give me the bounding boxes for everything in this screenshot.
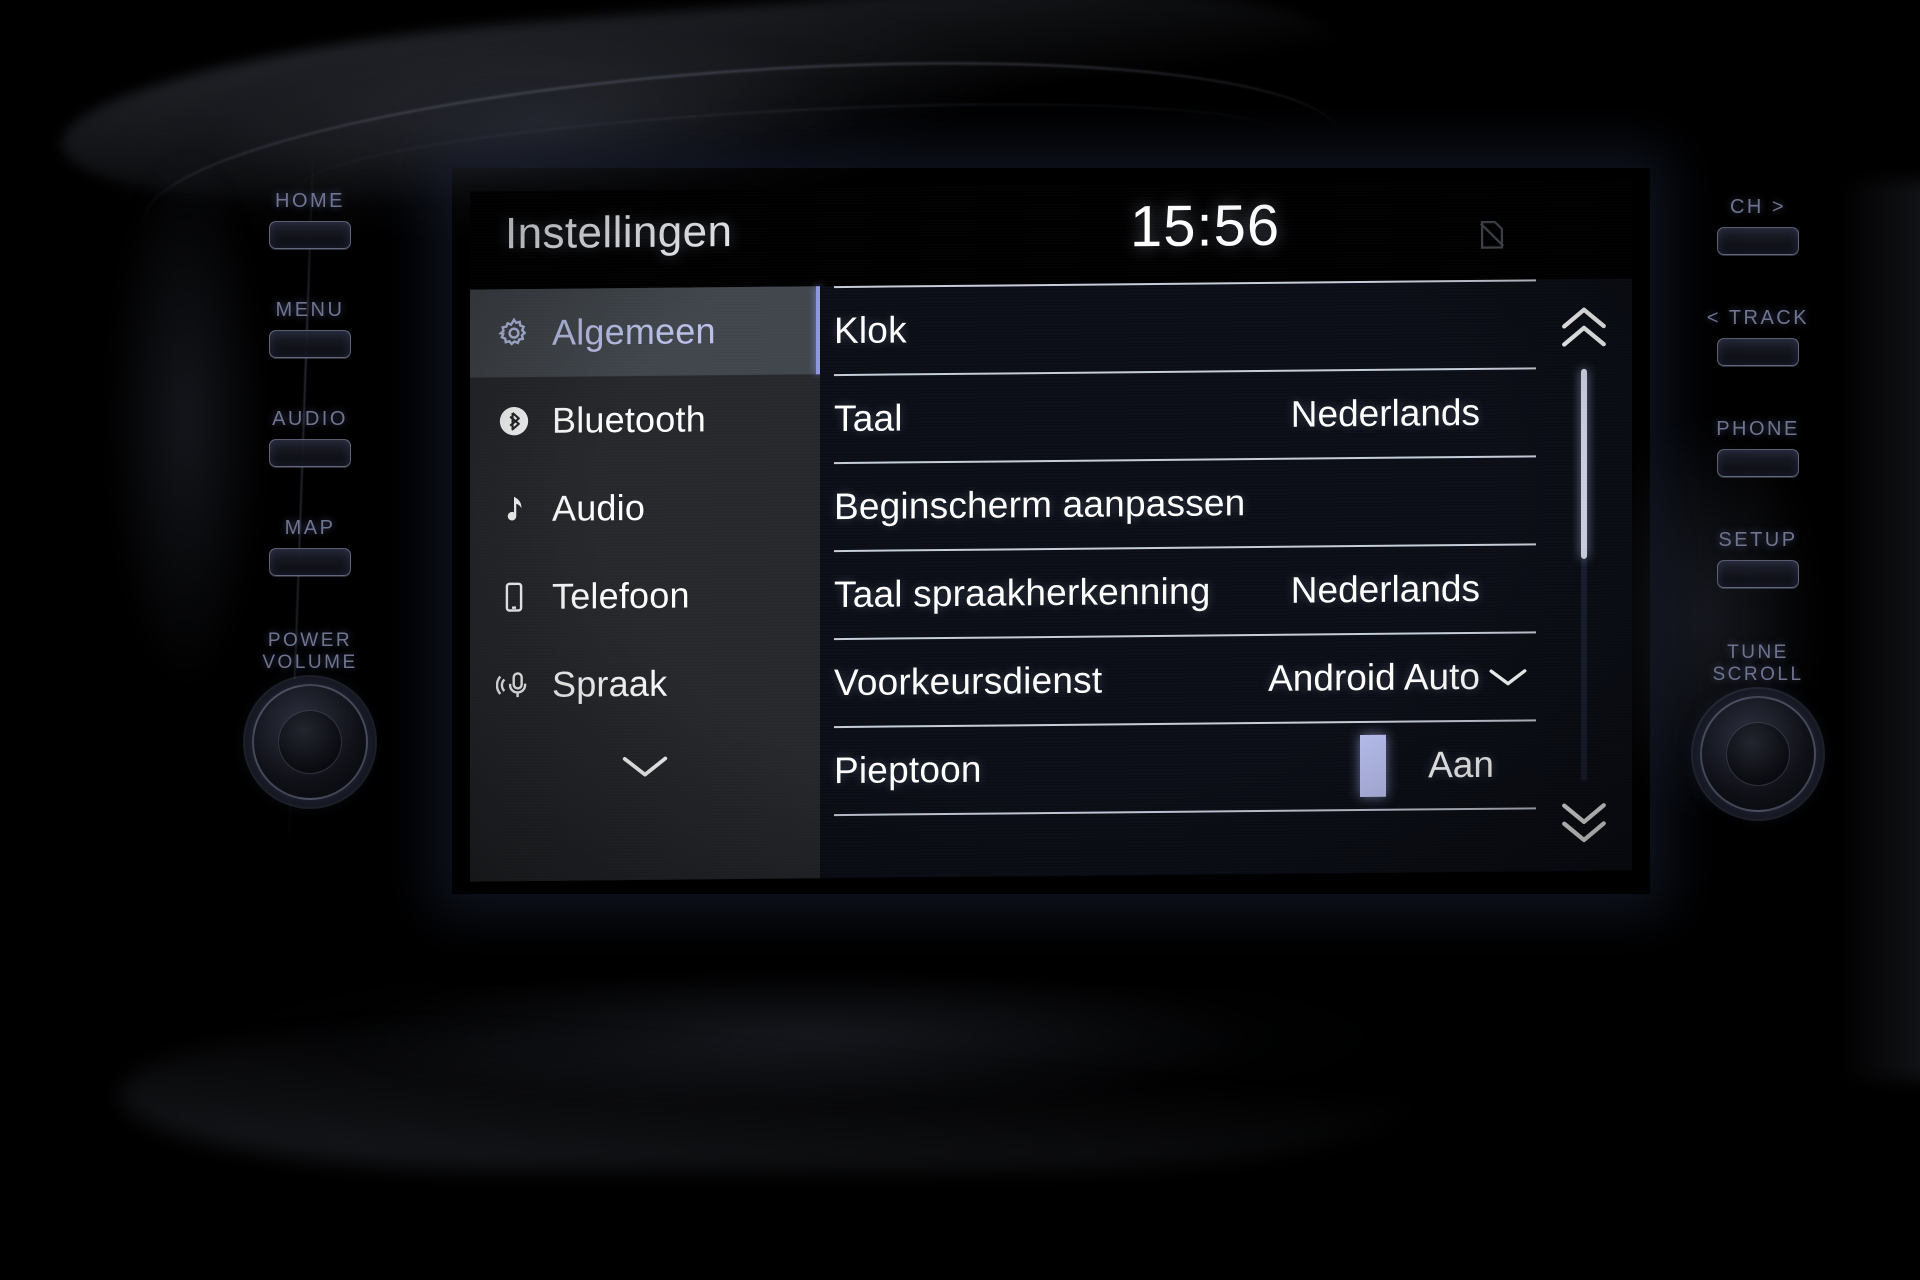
pieptoon-toggle[interactable]: Aan (1360, 733, 1536, 798)
clock: 15:56 (1130, 192, 1281, 260)
volume-label: VOLUME (262, 651, 358, 673)
hardkey-menu-label: MENU (275, 299, 345, 321)
power-label: POWER (267, 630, 353, 651)
settings-sidebar: Algemeen Bluetooth Audio Telefoon Spraak (470, 286, 820, 882)
sidebar-item-spraak-label: Spraak (552, 662, 668, 705)
music-note-icon (494, 492, 534, 526)
table-row[interactable]: Taal spraakherkenning Nederlands (834, 545, 1536, 641)
sidebar-item-audio[interactable]: Audio (470, 462, 820, 553)
hardkey-audio-cap[interactable] (269, 439, 351, 467)
head-unit-faceplate: HOME MENU AUDIO MAP POWER VOLUME CH > < … (0, 0, 1920, 1280)
hardkey-home-cap[interactable] (269, 221, 351, 249)
hardkey-map[interactable]: MAP (269, 517, 351, 576)
tune-scroll-knob[interactable] (1700, 695, 1816, 812)
sidebar-item-algemeen-label: Algemeen (552, 310, 716, 353)
sidebar-item-spraak[interactable]: Spraak (470, 638, 820, 729)
right-hardkey-column: CH > < TRACK PHONE SETUP TUNE SCROLL (1700, 196, 1816, 812)
list-item-label: Taal spraakherkenning (834, 570, 1211, 616)
scrollbar-thumb[interactable] (1581, 368, 1587, 559)
list-item-value: Android Auto (1268, 655, 1480, 699)
sidebar-scroll-down-button[interactable] (470, 726, 820, 809)
hardkey-phone[interactable]: PHONE (1716, 418, 1800, 477)
bluetooth-icon (494, 404, 534, 438)
hardkey-home[interactable]: HOME (269, 190, 351, 249)
list-item-label: Klok (834, 309, 907, 352)
table-row[interactable]: Klok (834, 279, 1536, 377)
list-item-label: Voorkeursdienst (834, 659, 1103, 704)
sd-card-icon (1475, 218, 1509, 252)
list-scrollbar[interactable] (1536, 278, 1632, 871)
list-item-label: Taal (834, 397, 903, 440)
sidebar-item-algemeen[interactable]: Algemeen (470, 286, 820, 378)
toggle-value: Aan (1428, 743, 1494, 786)
bezel-gloss-bottom (40, 930, 1740, 1280)
voice-icon (494, 667, 534, 703)
toggle-indicator (1360, 734, 1386, 798)
left-hardkey-column: HOME MENU AUDIO MAP POWER VOLUME (252, 190, 368, 800)
hardkey-track-back[interactable]: < TRACK (1707, 307, 1809, 366)
table-row[interactable]: Taal Nederlands (834, 369, 1536, 465)
sidebar-item-telefoon-label: Telefoon (552, 574, 690, 617)
hardkey-map-label: MAP (284, 517, 336, 539)
hardkey-menu[interactable]: MENU (269, 299, 351, 358)
sidebar-item-audio-label: Audio (552, 486, 646, 529)
hardkey-channel-up[interactable]: CH > (1717, 196, 1799, 255)
phone-icon (494, 580, 534, 614)
screen-body: Algemeen Bluetooth Audio Telefoon Spraak… (470, 278, 1632, 882)
scroll-label: SCROLL (1712, 663, 1804, 685)
hardkey-setup-cap[interactable] (1717, 560, 1799, 588)
list-item-label: Pieptoon (834, 748, 982, 792)
sidebar-item-bluetooth[interactable]: Bluetooth (470, 374, 820, 465)
chevron-double-up-icon[interactable] (1553, 297, 1615, 360)
list-item-label: Beginscherm aanpassen (834, 482, 1246, 528)
tune-scroll-knob-label: TUNE SCROLL (1712, 642, 1803, 686)
chevron-down-icon (616, 749, 674, 787)
bezel-gloss-right-edge (1840, 180, 1920, 1080)
table-row[interactable]: Voorkeursdienst Android Auto (834, 633, 1536, 729)
chevron-down-icon[interactable] (1480, 662, 1536, 691)
sidebar-item-telefoon[interactable]: Telefoon (470, 550, 820, 641)
hardkey-menu-cap[interactable] (269, 330, 351, 358)
hardkey-channel-up-cap[interactable] (1717, 227, 1799, 255)
hardkey-track-back-cap[interactable] (1716, 338, 1799, 366)
hardkey-phone-label: PHONE (1716, 418, 1800, 440)
gear-icon (494, 316, 534, 350)
settings-list: Klok Taal Nederlands Beginscherm aanpass… (820, 278, 1632, 879)
page-title: Instellingen (505, 207, 733, 259)
hardkey-setup-label: SETUP (1718, 529, 1798, 551)
hardkey-track-back-label: < TRACK (1706, 307, 1810, 329)
scrollbar-track[interactable] (1581, 368, 1587, 781)
screen-header: Instellingen 15:56 (470, 180, 1632, 290)
hardkey-channel-up-label: CH > (1729, 196, 1787, 218)
hardkey-home-label: HOME (275, 190, 345, 212)
power-volume-knob[interactable] (252, 683, 368, 800)
sidebar-item-bluetooth-label: Bluetooth (552, 398, 706, 441)
infotainment-screen[interactable]: Instellingen 15:56 Algemeen Bluetooth Au… (470, 180, 1632, 882)
power-volume-knob-label: POWER VOLUME (262, 630, 357, 674)
list-item-value: Nederlands (1290, 567, 1480, 611)
bezel-gloss-bottom2 (120, 1020, 1420, 1170)
table-row[interactable]: Pieptoon Aan (834, 721, 1536, 817)
chevron-double-down-icon[interactable] (1553, 791, 1615, 854)
hardkey-audio-label: AUDIO (272, 408, 348, 430)
table-row[interactable]: Beginscherm aanpassen (834, 457, 1536, 553)
hardkey-audio[interactable]: AUDIO (269, 408, 351, 467)
list-item-value: Nederlands (1290, 391, 1480, 435)
hardkey-setup[interactable]: SETUP (1717, 529, 1799, 588)
tune-label: TUNE (1727, 642, 1789, 663)
hardkey-phone-cap[interactable] (1717, 449, 1799, 477)
hardkey-map-cap[interactable] (269, 548, 351, 576)
